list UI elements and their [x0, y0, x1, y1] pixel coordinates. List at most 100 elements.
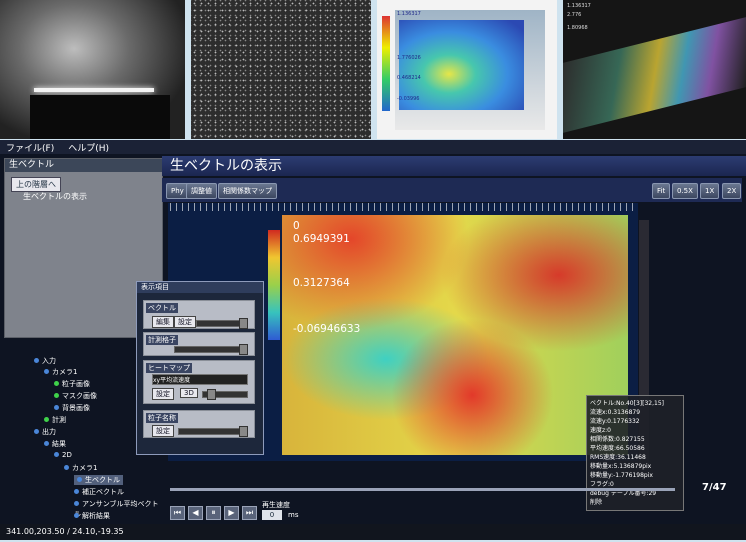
info-line: 流速x:0.3136879	[590, 409, 641, 416]
tree-item[interactable]: 2D	[54, 451, 72, 459]
zoom-05x-button[interactable]: 0.5X	[672, 183, 698, 199]
measure-grid-checkbox[interactable]: 計測格子	[146, 335, 178, 345]
heatmap-section: ヒートマップ xy平均流速度 設定 3D	[143, 360, 255, 404]
menu-help[interactable]: ヘルプ(H)	[68, 141, 109, 154]
info-line: 流速y:0.1776332	[590, 418, 640, 425]
calibration-button[interactable]: 調整値	[186, 183, 217, 199]
tree-item[interactable]: マスク画像	[54, 391, 97, 401]
tree-item-selected[interactable]: 生ベクトル	[74, 475, 123, 485]
tree-item[interactable]: 粒子画像	[54, 379, 90, 389]
speed-input[interactable]: 0	[262, 510, 282, 520]
tree-item[interactable]: 結果	[44, 439, 66, 449]
tree-item[interactable]: カメラ1	[64, 463, 97, 473]
nav-item-raw-vector[interactable]: 生ベクトルの表示	[23, 191, 87, 202]
vector-slider[interactable]	[196, 318, 248, 329]
laser-sheet	[34, 88, 154, 92]
thumb-particle-image	[191, 0, 371, 139]
heatmap-3d-button[interactable]: 3D	[180, 388, 198, 398]
thumb-heatmap: 1.136317 1.776026 0.468214 -0.03996	[377, 0, 557, 139]
colorbar	[268, 230, 280, 340]
heatmap-slider[interactable]	[202, 389, 248, 400]
tree-item[interactable]: 計測	[44, 415, 66, 425]
vector-checkbox[interactable]: ベクトル	[146, 303, 178, 313]
info-line: RMS速度:36.11468	[590, 454, 646, 461]
tree-item[interactable]: 背景画像	[54, 403, 90, 413]
measure-grid-section: 計測格子	[143, 332, 255, 356]
zoom-2x-button[interactable]: 2X	[722, 183, 742, 199]
tree-item[interactable]: 入力	[34, 356, 56, 366]
first-frame-icon[interactable]: ⏮	[170, 506, 185, 520]
display-items-popup: 表示項目 ベクトル 編集 設定 計測格子 ヒートマップ xy平均流速度 設定 3…	[136, 281, 264, 455]
thumb-particle-light	[0, 0, 185, 139]
measure-grid-slider[interactable]	[174, 344, 248, 355]
back-button[interactable]: 上の階層へ	[11, 177, 61, 192]
menu-file[interactable]: ファイル(F)	[6, 141, 54, 154]
thumbnail-strip: 1.136317 1.776026 0.468214 -0.03996 1.13…	[0, 0, 746, 139]
particle-slider[interactable]	[178, 426, 248, 437]
slider-knob[interactable]	[239, 344, 248, 355]
playback-track[interactable]	[170, 488, 675, 491]
tree-item[interactable]: カメラ1	[44, 367, 77, 377]
prev-frame-icon[interactable]: ◀	[188, 506, 203, 520]
thumb3-label: 1.136317	[397, 11, 421, 17]
heatmap-settings-button[interactable]: 設定	[152, 388, 174, 400]
correlation-map-button[interactable]: 相関係数マップ	[218, 183, 277, 199]
vector-edit-button[interactable]: 編集	[152, 316, 174, 328]
object-shadow	[30, 95, 170, 139]
file-icon	[74, 489, 79, 494]
info-line: 移動量y:-1.776198pix	[590, 472, 653, 479]
folder-icon	[34, 358, 39, 363]
last-frame-icon[interactable]: ⏭	[242, 506, 257, 520]
thumb4-label: 2.776	[567, 12, 582, 18]
particle-section: 粒子名称 設定	[143, 410, 255, 438]
heatmap-colorbar	[382, 16, 390, 111]
slider-knob[interactable]	[207, 389, 216, 400]
speed-unit: ms	[288, 511, 299, 519]
colorbar-label: -0.06946633	[293, 323, 361, 335]
next-frame-icon[interactable]: ▶	[224, 506, 239, 520]
heatmap-checkbox[interactable]: ヒートマップ	[146, 363, 192, 373]
file-icon	[54, 405, 59, 410]
thumb3-label: 1.776026	[397, 55, 421, 61]
tree-item[interactable]: 補正ベクトル	[74, 487, 124, 497]
colorbar-label: 0	[293, 220, 300, 232]
colorbar-label: 0.6949391	[293, 233, 350, 245]
toolbar: Phy 調整値 相関係数マップ Fit 0.5X 1X 2X	[162, 178, 742, 202]
info-line: 速度z:0	[590, 427, 611, 434]
top-ruler	[170, 203, 635, 211]
thumb3-label: 0.468214	[397, 75, 421, 81]
pause-icon[interactable]: ⏸	[206, 506, 221, 520]
status-dot-icon	[44, 417, 49, 422]
nav-header: 生ベクトル	[5, 159, 162, 172]
slider-knob[interactable]	[239, 318, 248, 329]
fit-button[interactable]: Fit	[652, 183, 671, 199]
slider-knob[interactable]	[239, 426, 248, 437]
folder-icon	[64, 465, 69, 470]
info-line: 移動量x:5.136879pix	[590, 463, 652, 470]
particle-checkbox[interactable]: 粒子名称	[146, 413, 178, 423]
vector-settings-button[interactable]: 設定	[174, 316, 196, 328]
info-line: 平均速度:66.50586	[590, 445, 645, 452]
file-icon	[74, 501, 79, 506]
heatmap-value-select[interactable]: xy平均流速度	[152, 374, 248, 385]
file-icon	[74, 513, 79, 518]
vector-section: ベクトル 編集 設定	[143, 300, 255, 329]
folder-icon	[44, 441, 49, 446]
menu-bar: ファイル(F) ヘルプ(H)	[0, 140, 746, 154]
speed-label: 再生速度	[262, 501, 290, 509]
info-line: 相関係数:0.827155	[590, 436, 645, 443]
popup-title: 表示項目	[137, 282, 263, 293]
vector-heatmap[interactable]	[282, 215, 628, 455]
particle-settings-button[interactable]: 設定	[152, 425, 174, 437]
zoom-1x-button[interactable]: 1X	[700, 183, 720, 199]
vector-ribbon	[563, 17, 746, 133]
status-bar: 341.00,203.50 / 24.10,-19.35	[0, 524, 746, 540]
file-icon	[77, 477, 82, 482]
tree-item[interactable]: 解析結果	[74, 511, 110, 521]
status-dot-icon	[54, 393, 59, 398]
folder-icon	[34, 429, 39, 434]
colorbar-label: 0.3127364	[293, 277, 350, 289]
folder-icon	[44, 369, 49, 374]
tree-item[interactable]: 出力	[34, 427, 56, 437]
thumb3-label: -0.03996	[397, 96, 420, 102]
